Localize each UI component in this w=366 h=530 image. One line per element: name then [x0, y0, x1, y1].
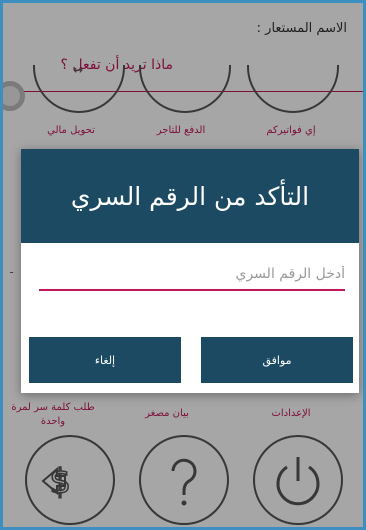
pin-input[interactable]: [39, 259, 345, 289]
cancel-button-label: إلغاء: [94, 353, 116, 367]
ok-button[interactable]: موافق: [201, 337, 353, 383]
cancel-button[interactable]: إلغاء: [29, 337, 181, 383]
pin-confirm-dialog: التأكد من الرقم السري موافق إلغاء: [21, 149, 359, 393]
ok-button-label: موافق: [262, 353, 292, 367]
pin-field: [39, 259, 345, 291]
dialog-header: التأكد من الرقم السري: [21, 149, 359, 243]
dialog-title: التأكد من الرقم السري: [70, 181, 310, 211]
app-frame: الاسم المستعار : ماذا تريد أن تفعل ؟ ↔ إ…: [0, 0, 366, 530]
